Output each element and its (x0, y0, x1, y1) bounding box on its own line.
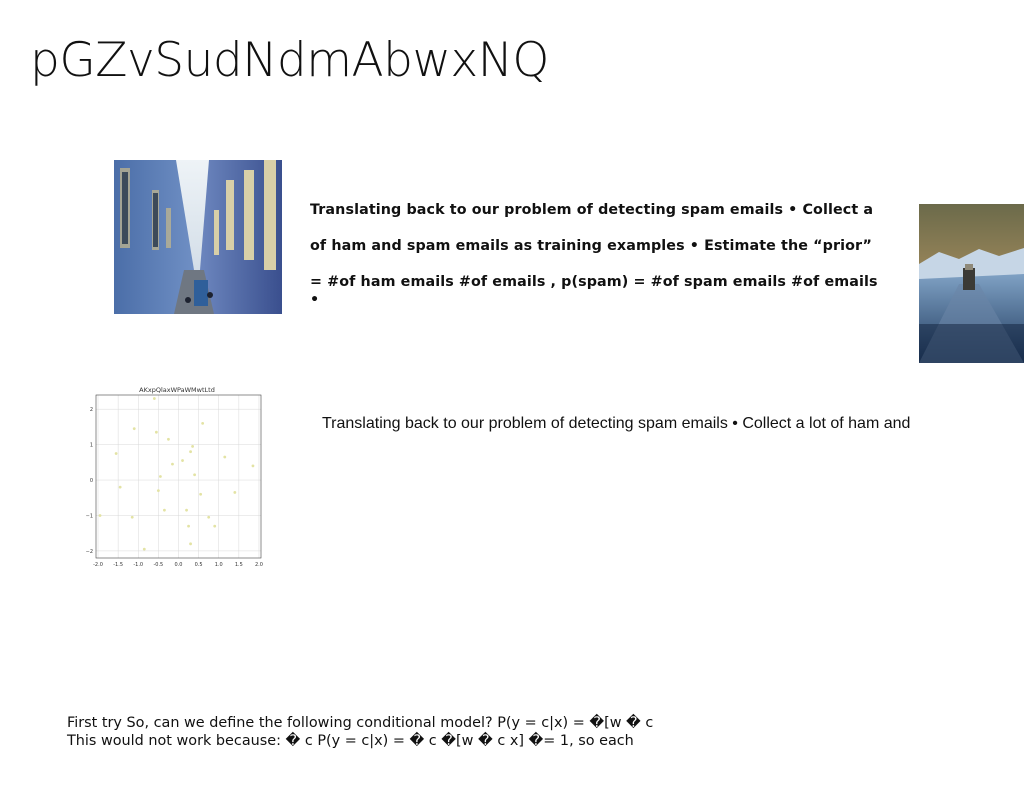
scatter-point (163, 508, 166, 512)
footer-line: This would not work because: � c P(y = c… (67, 733, 634, 749)
footer-text: First try So, can we define the followin… (67, 714, 653, 750)
bold-line: of ham and spam emails as training examp… (310, 238, 872, 254)
photo-icon (114, 160, 282, 314)
scatter-point (191, 444, 194, 448)
scatter-point (130, 515, 134, 519)
scatter-point (152, 397, 156, 400)
scatter-point (132, 427, 136, 431)
scatter-point (193, 473, 196, 477)
scatter-point (181, 459, 184, 462)
scatter-point (223, 455, 227, 459)
scatter-point (98, 514, 102, 517)
scatter-point (187, 524, 190, 528)
plain-paragraph: Translating back to our problem of detec… (322, 415, 911, 432)
slide-title: pGZvSudNdmAbwxNQ (30, 33, 549, 88)
y-tick-label: 0 (90, 478, 93, 484)
x-tick-label: 0.0 (175, 562, 183, 568)
y-tick-label: −1 (86, 513, 93, 519)
scatter-point (185, 508, 188, 512)
scatter-point (171, 462, 174, 466)
scatter-point (189, 542, 192, 546)
scatter-point (207, 515, 211, 519)
scatter-plot-svg: AKxpQlaxWPaWMwtLtd -2.0 -1.5 -1.0 -0.5 0.0 0.… (86, 386, 263, 568)
scatter-point (201, 421, 205, 425)
x-tick-label: 1.0 (215, 562, 223, 568)
street-photo (114, 160, 282, 314)
footer-line: First try So, can we define the followin… (67, 715, 654, 731)
scatter-chart: AKxpQlaxWPaWMwtLtd -2.0 -1.5 -1.0 -0.5 0.0 0.… (84, 383, 264, 569)
y-tick-label: 2 (90, 407, 93, 413)
y-tick-label: 1 (90, 443, 93, 449)
bold-paragraph: Translating back to our problem of detec… (310, 183, 885, 327)
chart-title: AKxpQlaxWPaWMwtLtd (139, 386, 215, 394)
bold-line: = #of ham emails #of emails , p(spam) = … (310, 274, 878, 308)
x-tick-label: -2.0 (93, 562, 103, 568)
road-photo (919, 204, 1024, 363)
y-tick-label: −2 (86, 549, 93, 555)
x-tick-label: -1.5 (113, 562, 123, 568)
scatter-point (167, 437, 170, 441)
scatter-point (156, 489, 160, 493)
x-tick-label: -0.5 (153, 562, 163, 568)
x-tick-label: 2.0 (255, 562, 263, 568)
scatter-point (233, 491, 237, 494)
scatter-point (142, 547, 146, 551)
x-tick-label: 1.5 (235, 562, 243, 568)
scatter-point (199, 492, 203, 496)
x-tick-label: 0.5 (195, 562, 203, 568)
scatter-point (251, 464, 255, 468)
scatter-point (118, 485, 122, 489)
bold-line: Translating back to our problem of detec… (310, 202, 874, 218)
scatter-point (189, 450, 192, 454)
x-tick-label: -1.0 (133, 562, 143, 568)
photo-icon (919, 204, 1024, 363)
scatter-point (154, 430, 158, 434)
scatter-point (114, 452, 118, 455)
scatter-point (213, 524, 217, 528)
scatter-point (158, 475, 162, 478)
